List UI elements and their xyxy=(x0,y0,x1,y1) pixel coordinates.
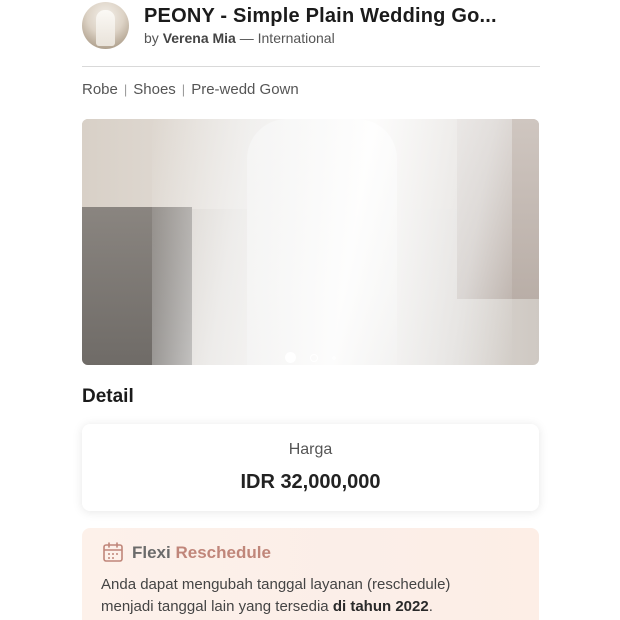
category-separator: | xyxy=(123,82,128,97)
listing-title: PEONY - Simple Plain Wedding Go... xyxy=(144,5,497,27)
carousel-dot-1[interactable] xyxy=(284,352,296,364)
carousel-indicators xyxy=(82,349,539,365)
flexi-text-emphasis: di tahun 2022 xyxy=(332,598,429,615)
vendor-byline: by Verena Mia — International xyxy=(144,30,335,46)
flexi-text-line1: Anda dapat mengubah tanggal layanan (res… xyxy=(101,576,451,593)
by-prefix: by xyxy=(144,30,159,46)
vendor-region: International xyxy=(257,30,335,46)
flexi-description: Anda dapat mengubah tanggal layanan (res… xyxy=(101,574,521,618)
category-breadcrumb: Robe | Shoes | Pre-wedd Gown xyxy=(82,81,299,98)
vendor-avatar[interactable] xyxy=(82,2,129,49)
flexi-text-line2: menjadi tanggal lain yang tersedia xyxy=(101,598,329,615)
category-separator: | xyxy=(181,82,186,97)
price-card: Harga IDR 32,000,000 xyxy=(82,424,539,511)
flexi-reschedule-card: Flexi Reschedule Anda dapat mengubah tan… xyxy=(82,528,539,620)
flexi-title-part1: Flexi xyxy=(132,543,171,562)
price-value: IDR 32,000,000 xyxy=(240,471,381,493)
header-divider xyxy=(82,66,540,67)
region-separator: — xyxy=(239,30,254,46)
flexi-title: Flexi Reschedule xyxy=(132,543,271,563)
vendor-name-link[interactable]: Verena Mia xyxy=(163,30,236,46)
category-pre-wedd-gown[interactable]: Pre-wedd Gown xyxy=(191,81,299,98)
category-shoes[interactable]: Shoes xyxy=(133,81,176,98)
avatar-dress-figure xyxy=(96,10,115,46)
carousel-dot-3[interactable] xyxy=(332,355,337,360)
detail-heading: Detail xyxy=(82,386,134,407)
photo-carousel[interactable] xyxy=(82,119,539,365)
carousel-dot-2[interactable] xyxy=(310,353,318,362)
photo-veil xyxy=(152,119,512,365)
calendar-icon xyxy=(103,542,123,562)
price-label: Harga xyxy=(288,441,333,458)
flexi-text-end: . xyxy=(428,598,433,615)
flexi-title-part2: Reschedule xyxy=(175,543,271,562)
category-robe[interactable]: Robe xyxy=(82,81,118,98)
listing-header: PEONY - Simple Plain Wedding Go... by Ve… xyxy=(0,0,620,68)
